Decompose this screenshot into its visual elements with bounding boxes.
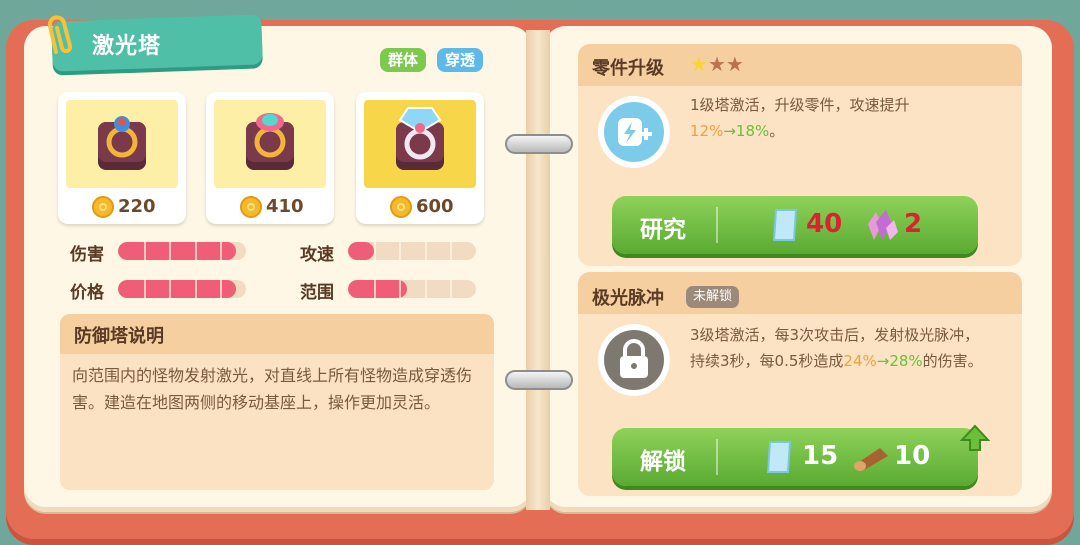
laser-tower-lv2-icon <box>246 113 294 170</box>
unlock-cost-wood: 10 <box>894 441 931 471</box>
wood-log-icon <box>854 448 888 471</box>
tower-name: 激光塔 <box>92 34 162 59</box>
crystal-icon <box>868 210 898 240</box>
research-cost-crystal: 2 <box>904 209 923 239</box>
upgrade-stars: ★★★ <box>690 52 744 76</box>
stat-label-price: 价格 <box>70 283 104 303</box>
price-bar <box>118 280 246 298</box>
unlock-button-label: 解锁 <box>640 449 686 475</box>
description-text: 向范围内的怪物发射激光，对直线上所有怪物造成穿透伤害。建造在地图两侧的移动基座上… <box>72 366 473 412</box>
unlock-button[interactable]: 解锁 15 10 <box>612 428 978 486</box>
star-empty-icon: ★ <box>725 52 744 76</box>
coin-icon <box>92 196 114 218</box>
tower-level-3-card[interactable]: 600 <box>356 92 484 224</box>
star-empty-icon: ★ <box>707 52 726 76</box>
book-spine <box>526 30 550 510</box>
blueprint-icon <box>772 209 798 241</box>
binder-ring-bottom <box>505 370 573 390</box>
stat-label-speed: 攻速 <box>300 245 334 265</box>
tag-pierce: 穿透 <box>437 48 484 72</box>
tower-level-1-card[interactable]: 220 <box>58 92 186 224</box>
research-button-label: 研究 <box>640 217 686 243</box>
description-title: 防御塔说明 <box>74 326 164 347</box>
speed-upgrade-icon <box>618 118 652 146</box>
laser-tower-lv3-icon <box>396 107 444 170</box>
stat-label-damage: 伤害 <box>70 245 104 265</box>
aurora-title: 极光脉冲 <box>592 288 664 309</box>
tag-group: 群体 <box>380 48 427 72</box>
blueprint-icon <box>766 441 792 473</box>
lock-icon <box>620 339 648 378</box>
stat-label-range: 范围 <box>300 283 334 303</box>
unlock-cost-blueprint: 15 <box>802 441 839 471</box>
tower-level-2-card[interactable]: 410 <box>206 92 334 224</box>
coin-icon <box>240 196 262 218</box>
upgrade-arrow-icon <box>960 424 990 451</box>
upgrade-description: 1级塔激活，升级零件，攻速提升12%→18%。 <box>690 96 910 140</box>
research-cost-blueprint: 40 <box>806 209 843 239</box>
tower-level-3-cost: 600 <box>416 196 454 217</box>
tower-level-2-cost: 410 <box>266 196 304 217</box>
aurora-description: 3级塔激活，每3次攻击后，发射极光脉冲，持续3秒，每0.5秒造成24%→28%的… <box>690 326 983 370</box>
tower-level-1-cost: 220 <box>118 196 156 217</box>
binder-ring-top <box>505 134 573 154</box>
coin-icon <box>390 196 412 218</box>
laser-tower-lv1-icon <box>98 116 146 170</box>
range-bar <box>348 280 476 298</box>
aurora-icon-frame <box>598 324 670 396</box>
star-filled-icon: ★ <box>690 52 708 76</box>
upgrade-title: 零件升级 <box>592 58 664 79</box>
speed-bar <box>348 242 476 260</box>
paperclip-icon <box>47 15 73 54</box>
upgrade-icon-frame <box>598 96 670 168</box>
locked-badge: 未解锁 <box>686 286 740 308</box>
research-button[interactable]: 研究 40 2 <box>612 196 978 254</box>
damage-bar <box>118 242 246 260</box>
